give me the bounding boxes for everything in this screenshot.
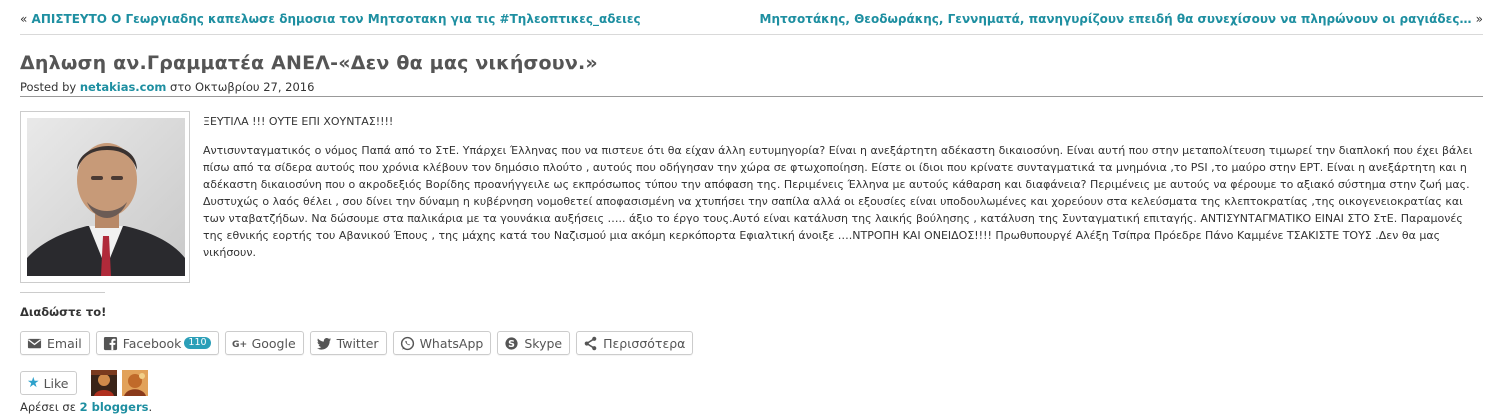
likes-suffix: . <box>148 400 153 414</box>
share-more-label: Περισσότερα <box>603 335 686 351</box>
svg-text:S: S <box>508 338 515 349</box>
date-prefix: στο <box>170 80 192 94</box>
twitter-icon <box>316 337 331 350</box>
title-divider <box>20 96 1483 97</box>
share-skype-label: Skype <box>524 335 563 351</box>
like-button-label: Like <box>43 375 69 391</box>
share-google-button[interactable]: G+ Google <box>224 331 304 355</box>
likes-summary: Αρέσει σε 2 bloggers. <box>20 400 152 414</box>
posted-by-label: Posted by <box>20 80 77 94</box>
share-skype-button[interactable]: S Skype <box>497 331 571 355</box>
google-plus-icon: G+ <box>232 338 247 349</box>
bloggers-link[interactable]: 2 bloggers <box>80 400 149 414</box>
likes-widget: ★ Like <box>20 370 149 396</box>
post-navigation: « ΑΠΙΣΤΕΥΤΟ Ο Γεωργιαδης καπελωσε δημοσι… <box>20 10 1483 30</box>
post-photo <box>27 118 185 276</box>
share-email-button[interactable]: Email <box>20 331 90 355</box>
post-title: Δηλωση αν.Γραμματέα ΑΝΕΛ-«Δεν θα μας νικ… <box>20 52 598 74</box>
share-whatsapp-button[interactable]: WhatsApp <box>392 331 492 355</box>
liker-avatar[interactable] <box>122 370 149 396</box>
previous-post-link[interactable]: « ΑΠΙΣΤΕΥΤΟ Ο Γεωργιαδης καπελωσε δημοσι… <box>20 12 641 26</box>
author-link[interactable]: netakias.com <box>80 80 167 94</box>
next-post-title[interactable]: Μητσοτάκης, Θεοδωράκης, Γεννηματά, πανηγ… <box>760 12 1472 26</box>
previous-arrow: « <box>20 12 28 26</box>
share-google-label: Google <box>251 335 296 351</box>
share-twitter-label: Twitter <box>336 335 379 351</box>
next-arrow: » <box>1475 12 1483 26</box>
svg-text:G+: G+ <box>232 338 247 349</box>
post-image-frame <box>20 111 190 283</box>
previous-post-title[interactable]: ΑΠΙΣΤΕΥΤΟ Ο Γεωργιαδης καπελωσε δημοσια … <box>32 12 641 26</box>
email-icon <box>27 338 42 348</box>
post-content: ΞΕΥΤΙΛΑ !!! ΟΥΤΕ ΕΠΙ ΧΟΥΝΤΑΣ!!!! Αντισυν… <box>203 113 1479 261</box>
facebook-share-count: 110 <box>184 337 211 349</box>
like-button[interactable]: ★ Like <box>20 371 78 395</box>
next-post-link[interactable]: Μητσοτάκης, Θεοδωράκης, Γεννηματά, πανηγ… <box>760 12 1483 26</box>
post-body: Αντισυνταγματικός ο νόμος Παπά από το Στ… <box>203 144 1473 259</box>
post-lead-line: ΞΕΥΤΙΛΑ !!! ΟΥΤΕ ΕΠΙ ΧΟΥΝΤΑΣ!!!! <box>203 115 394 128</box>
share-facebook-label: Facebook <box>122 335 182 351</box>
share-divider <box>20 292 105 293</box>
post-meta: Posted by netakias.com στο Οκτωβρίου 27,… <box>20 80 314 94</box>
navigation-divider <box>20 34 1483 35</box>
star-icon: ★ <box>27 375 40 391</box>
liker-avatar[interactable] <box>91 370 118 396</box>
share-icon <box>584 336 597 350</box>
share-heading: Διαδώστε το! <box>20 305 107 319</box>
facebook-icon <box>103 336 117 350</box>
share-twitter-button[interactable]: Twitter <box>309 331 387 355</box>
likes-prefix: Αρέσει σε <box>20 400 76 414</box>
skype-icon: S <box>505 336 518 349</box>
post-date: Οκτωβρίου 27, 2016 <box>194 80 315 94</box>
share-email-label: Email <box>47 335 82 351</box>
share-more-button[interactable]: Περισσότερα <box>576 331 694 355</box>
whatsapp-icon <box>400 336 414 350</box>
share-whatsapp-label: WhatsApp <box>419 335 484 351</box>
share-facebook-button[interactable]: Facebook 110 <box>95 331 219 355</box>
share-buttons: Email Facebook 110 G+ Google Twitter Wha… <box>20 331 694 357</box>
